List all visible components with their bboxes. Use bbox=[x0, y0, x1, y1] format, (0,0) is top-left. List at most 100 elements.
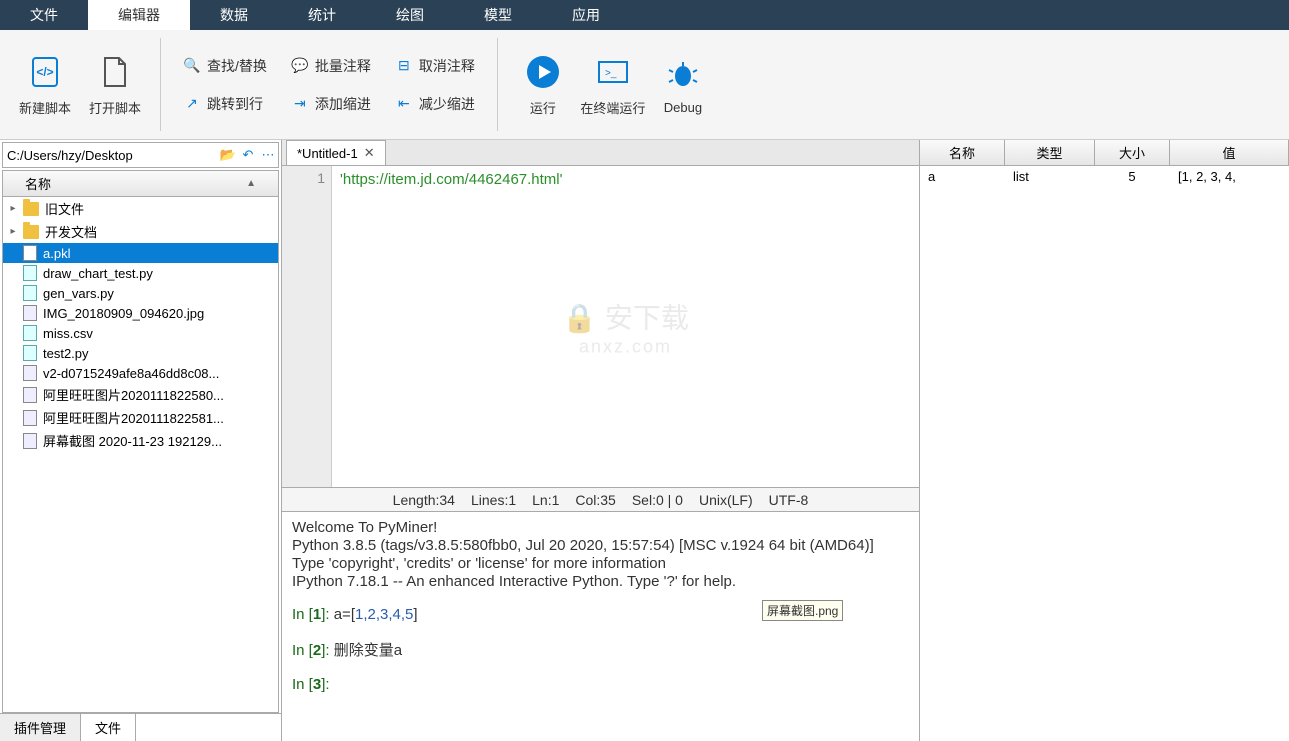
file-name: IMG_20180909_094620.jpg bbox=[43, 306, 204, 321]
status-length: Length:34 bbox=[393, 492, 455, 508]
status-enc: UTF-8 bbox=[769, 492, 809, 508]
menu-tab-editor[interactable]: 编辑器 bbox=[88, 0, 190, 30]
status-lines: Lines:1 bbox=[471, 492, 516, 508]
file-name: a.pkl bbox=[43, 246, 70, 261]
menu-tab-app[interactable]: 应用 bbox=[542, 0, 630, 30]
bug-icon bbox=[663, 54, 703, 94]
center-panel: *Untitled-1 ✕ 1 'https://item.jd.com/446… bbox=[282, 140, 919, 741]
file-icon bbox=[23, 245, 37, 261]
add-indent-button[interactable]: ⇥添加缩进 bbox=[291, 94, 371, 114]
console-python-version: Python 3.8.5 (tags/v3.8.5:580fbb0, Jul 2… bbox=[292, 537, 909, 554]
file-item[interactable]: test2.py bbox=[3, 343, 278, 363]
var-col-value[interactable]: 值 bbox=[1170, 140, 1289, 165]
top-menubar: 文件 编辑器 数据 统计 绘图 模型 应用 bbox=[0, 0, 1289, 30]
menu-tab-file[interactable]: 文件 bbox=[0, 0, 88, 30]
variable-rows: alist5[1, 2, 3, 4, bbox=[920, 166, 1289, 187]
comment-icon: 💬 bbox=[291, 57, 309, 75]
var-col-size[interactable]: 大小 bbox=[1095, 140, 1170, 165]
file-icon bbox=[95, 52, 135, 92]
console-in-2: In [2]: 删除变量a bbox=[292, 639, 909, 660]
var-col-type[interactable]: 类型 bbox=[1005, 140, 1095, 165]
tab-plugin-manager[interactable]: 插件管理 bbox=[0, 714, 81, 741]
open-script-label: 打开脚本 bbox=[89, 98, 141, 117]
variable-row[interactable]: alist5[1, 2, 3, 4, bbox=[920, 166, 1289, 187]
menu-tab-model[interactable]: 模型 bbox=[454, 0, 542, 30]
file-item[interactable]: 阿里旺旺图片2020111822580... bbox=[3, 383, 278, 406]
jump-line-button[interactable]: ↗跳转到行 bbox=[183, 94, 267, 114]
menu-tab-data[interactable]: 数据 bbox=[190, 0, 278, 30]
file-name: 开发文档 bbox=[45, 222, 97, 241]
file-name: 旧文件 bbox=[45, 199, 84, 218]
open-script-button[interactable]: 打开脚本 bbox=[80, 40, 150, 130]
console-ipython-info: IPython 7.18.1 -- An enhanced Interactiv… bbox=[292, 573, 909, 590]
new-script-button[interactable]: </> 新建脚本 bbox=[10, 40, 80, 130]
editor-tab-untitled[interactable]: *Untitled-1 ✕ bbox=[286, 140, 386, 165]
tab-file[interactable]: 文件 bbox=[81, 714, 136, 741]
variable-panel: 名称 类型 大小 值 alist5[1, 2, 3, 4, bbox=[919, 140, 1289, 741]
folder-icon bbox=[23, 202, 39, 216]
file-item[interactable]: draw_chart_test.py bbox=[3, 263, 278, 283]
play-icon bbox=[523, 52, 563, 92]
ipython-console[interactable]: Welcome To PyMiner! Python 3.8.5 (tags/v… bbox=[282, 511, 919, 741]
file-item[interactable]: 屏幕截图 2020-11-23 192129... bbox=[3, 429, 278, 452]
file-list: ▸旧文件▸开发文档 a.pkl draw_chart_test.py gen_vars… bbox=[2, 197, 279, 713]
python-file-icon bbox=[23, 285, 37, 301]
status-sel: Sel:0 | 0 bbox=[632, 492, 683, 508]
outdent-icon: ⇤ bbox=[395, 95, 413, 113]
search-icon: 🔍 bbox=[183, 57, 201, 75]
menu-tab-stats[interactable]: 统计 bbox=[278, 0, 366, 30]
file-name: 屏幕截图 2020-11-23 192129... bbox=[43, 431, 222, 450]
file-browser-panel: 📂 ↶ ⋯ 名称 ▲ ▸旧文件▸开发文档 a.pkl draw_chart_test… bbox=[0, 140, 282, 741]
run-terminal-button[interactable]: >_ 在终端运行 bbox=[578, 40, 648, 130]
file-list-header[interactable]: 名称 ▲ bbox=[2, 170, 279, 197]
image-file-icon bbox=[23, 365, 37, 381]
left-bottom-tabs: 插件管理 文件 bbox=[0, 713, 281, 741]
cancel-comment-button[interactable]: ⊟取消注释 bbox=[395, 56, 475, 76]
more-icon[interactable]: ⋯ bbox=[258, 147, 278, 163]
run-button[interactable]: 运行 bbox=[508, 40, 578, 130]
debug-button[interactable]: Debug bbox=[648, 40, 718, 130]
back-icon[interactable]: ↶ bbox=[238, 147, 258, 163]
status-col: Col:35 bbox=[575, 492, 615, 508]
svg-text:>_: >_ bbox=[605, 68, 617, 79]
python-file-icon bbox=[23, 345, 37, 361]
file-item[interactable]: 阿里旺旺图片2020111822581... bbox=[3, 406, 278, 429]
folder-open-icon[interactable]: 📂 bbox=[218, 147, 238, 163]
file-name: test2.py bbox=[43, 346, 89, 361]
close-icon[interactable]: ✕ bbox=[364, 145, 375, 161]
image-file-icon bbox=[23, 387, 37, 403]
console-in-3[interactable]: In [3]: bbox=[292, 676, 909, 693]
file-name: v2-d0715249afe8a46dd8c08... bbox=[43, 366, 219, 381]
var-col-name[interactable]: 名称 bbox=[920, 140, 1005, 165]
file-item[interactable]: IMG_20180909_094620.jpg bbox=[3, 303, 278, 323]
watermark: 🔒 安下载 anxz.com bbox=[562, 296, 689, 357]
file-item[interactable]: miss.csv bbox=[3, 323, 278, 343]
file-item[interactable]: v2-d0715249afe8a46dd8c08... bbox=[3, 363, 278, 383]
reduce-indent-button[interactable]: ⇤减少缩进 bbox=[395, 94, 475, 114]
code-content[interactable]: 'https://item.jd.com/4462467.html' 🔒 安下载… bbox=[332, 166, 919, 487]
editor-tabs: *Untitled-1 ✕ bbox=[282, 140, 919, 166]
variable-header: 名称 类型 大小 值 bbox=[920, 140, 1289, 166]
line-gutter: 1 bbox=[282, 166, 332, 487]
file-item[interactable]: ▸开发文档 bbox=[3, 220, 278, 243]
status-ln: Ln:1 bbox=[532, 492, 559, 508]
status-eol: Unix(LF) bbox=[699, 492, 753, 508]
folder-icon bbox=[23, 225, 39, 239]
find-replace-button[interactable]: 🔍查找/替换 bbox=[183, 56, 267, 76]
file-item[interactable]: a.pkl bbox=[3, 243, 278, 263]
file-item[interactable]: ▸旧文件 bbox=[3, 197, 278, 220]
sort-icon: ▲ bbox=[246, 178, 256, 189]
editor-status-bar: Length:34 Lines:1 Ln:1 Col:35 Sel:0 | 0 … bbox=[282, 487, 919, 511]
ribbon-toolbar: </> 新建脚本 打开脚本 🔍查找/替换 ↗跳转到行 💬批量注释 ⇥添加缩进 ⊟… bbox=[0, 30, 1289, 140]
console-type-info: Type 'copyright', 'credits' or 'license'… bbox=[292, 555, 909, 572]
file-item[interactable]: gen_vars.py bbox=[3, 283, 278, 303]
menu-tab-plot[interactable]: 绘图 bbox=[366, 0, 454, 30]
main-area: 📂 ↶ ⋯ 名称 ▲ ▸旧文件▸开发文档 a.pkl draw_chart_test… bbox=[0, 140, 1289, 741]
file-name: 阿里旺旺图片2020111822581... bbox=[43, 408, 224, 427]
path-input[interactable] bbox=[3, 148, 218, 163]
file-name: 阿里旺旺图片2020111822580... bbox=[43, 385, 224, 404]
file-name: draw_chart_test.py bbox=[43, 266, 153, 281]
uncomment-icon: ⊟ bbox=[395, 57, 413, 75]
batch-comment-button[interactable]: 💬批量注释 bbox=[291, 56, 371, 76]
code-editor[interactable]: 1 'https://item.jd.com/4462467.html' 🔒 安… bbox=[282, 166, 919, 487]
